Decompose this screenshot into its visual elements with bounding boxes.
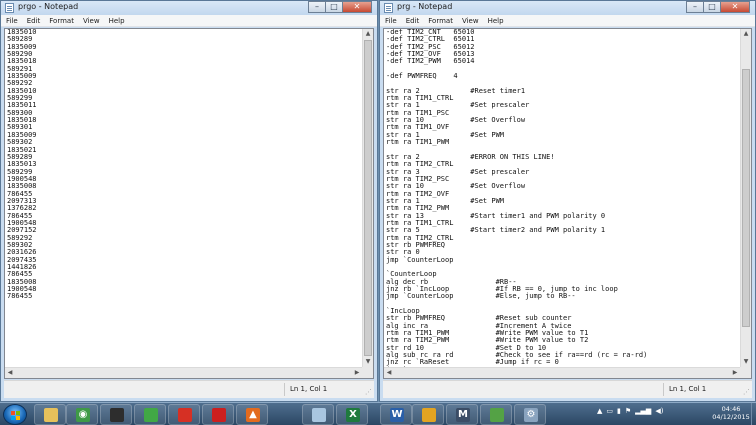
minimize-button[interactable]: – <box>686 1 704 13</box>
clock[interactable]: 04:46 04/12/2015 <box>712 405 750 421</box>
right-title-bar[interactable]: prg - Notepad – □ ✕ <box>380 1 755 15</box>
scroll-thumb[interactable] <box>742 69 750 327</box>
menu-format[interactable]: Format <box>44 15 78 25</box>
right-horizontal-scrollbar[interactable]: ◀ ▶ <box>384 367 740 378</box>
app-m-glyph-icon: M <box>458 409 468 420</box>
taskbar-app-m-button[interactable]: M <box>446 404 478 425</box>
flag-icon[interactable]: ⚑ <box>625 407 631 415</box>
scroll-right-arrow-icon[interactable]: ▶ <box>730 368 740 378</box>
right-status-bar: Ln 1, Col 1 ⋰ <box>383 380 752 398</box>
left-vertical-scrollbar[interactable]: ▲ ▼ <box>362 29 373 367</box>
taskbar-excel-button[interactable]: X <box>336 404 368 425</box>
matlab-glyph-icon: ▲ <box>249 409 257 420</box>
app-gear-glyph-icon: ⚙ <box>526 409 536 420</box>
taskbar-app-gear-button[interactable]: ⚙ <box>514 404 546 425</box>
maximize-button[interactable]: □ <box>703 1 721 13</box>
left-text-area[interactable]: 1835010 589289 1835009 589290 1835018 58… <box>4 28 374 379</box>
scroll-thumb[interactable] <box>364 40 372 356</box>
scroll-down-arrow-icon[interactable]: ▼ <box>741 357 751 367</box>
scroll-up-arrow-icon[interactable]: ▲ <box>363 29 373 39</box>
menu-view[interactable]: View <box>78 15 104 25</box>
left-status-bar: Ln 1, Col 1 ⋰ <box>4 380 374 398</box>
right-menu-bar: File Edit Format View Help <box>380 15 755 27</box>
left-title-bar[interactable]: prgo - Notepad – □ ✕ <box>1 1 377 15</box>
start-button[interactable] <box>3 404 27 425</box>
taskbar-app-chart-button[interactable] <box>480 404 512 425</box>
scroll-up-arrow-icon[interactable]: ▲ <box>741 29 751 39</box>
app-red-2-icon <box>212 408 226 422</box>
file-explorer-icon <box>44 408 58 422</box>
maximize-button[interactable]: □ <box>325 1 343 13</box>
scroll-left-arrow-icon[interactable]: ◀ <box>384 368 394 378</box>
windows-logo-icon <box>11 411 20 420</box>
right-vertical-scrollbar[interactable]: ▲ ▼ <box>740 29 751 367</box>
show-desktop-button[interactable] <box>751 403 756 425</box>
keyboard-icon[interactable]: ▭ <box>606 407 613 415</box>
right-window-title: prg - Notepad <box>397 2 453 11</box>
status-divider <box>663 383 664 396</box>
taskbar-app-window-button[interactable] <box>302 404 334 425</box>
app-tiles-icon <box>422 408 436 422</box>
right-text-area[interactable]: -def TIM2_CNT 65010 -def TIM2_CTRL 65011… <box>383 28 752 379</box>
word-glyph-icon: W <box>391 409 403 420</box>
taskbar-app-tiles-button[interactable] <box>412 404 444 425</box>
menu-view[interactable]: View <box>457 15 483 25</box>
menu-file[interactable]: File <box>380 15 401 25</box>
notepad-icon <box>5 3 14 13</box>
network-icon[interactable]: ▮ <box>617 407 621 415</box>
menu-help[interactable]: Help <box>483 15 508 25</box>
menu-edit[interactable]: Edit <box>22 15 45 25</box>
app-chart-icon <box>490 408 504 422</box>
resize-grip-icon[interactable]: ⋰ <box>365 388 372 396</box>
scroll-corner <box>362 367 373 378</box>
taskbar-chrome-button[interactable]: ◉ <box>66 404 98 425</box>
excel-glyph-icon: X <box>349 409 357 420</box>
notepad-icon <box>384 3 393 13</box>
taskbar-matlab-button[interactable]: ▲ <box>236 404 268 425</box>
left-notepad-window[interactable]: prgo - Notepad – □ ✕ File Edit Format View H… <box>0 0 378 402</box>
taskbar-app-red-2-button[interactable] <box>202 404 234 425</box>
scroll-right-arrow-icon[interactable]: ▶ <box>352 368 362 378</box>
left-horizontal-scrollbar[interactable]: ◀ ▶ <box>5 367 362 378</box>
app-red-1-icon <box>178 408 192 422</box>
scroll-left-arrow-icon[interactable]: ◀ <box>5 368 15 378</box>
scroll-down-arrow-icon[interactable]: ▼ <box>363 357 373 367</box>
tray-expand-icon[interactable]: ▲ <box>597 407 602 415</box>
right-text-content[interactable]: -def TIM2_CNT 65010 -def TIM2_CTRL 65011… <box>386 29 739 374</box>
taskbar-app-red-1-button[interactable] <box>168 404 200 425</box>
clock-date: 04/12/2015 <box>712 413 750 421</box>
signal-icon[interactable]: ▂▄▆ <box>635 407 651 415</box>
taskbar: ◉ ▲ X W M ⚙ ▲ ▭ ▮ ⚑ ▂▄▆ ◀) 04:46 04/12/2015 <box>0 402 756 425</box>
close-button[interactable]: ✕ <box>720 1 750 13</box>
chrome-glyph-icon: ◉ <box>78 409 88 420</box>
menu-format[interactable]: Format <box>423 15 457 25</box>
scroll-corner <box>740 367 751 378</box>
close-button[interactable]: ✕ <box>342 1 372 13</box>
menu-help[interactable]: Help <box>104 15 129 25</box>
resize-grip-icon[interactable]: ⋰ <box>743 388 750 396</box>
app-circle-3-icon <box>110 408 124 422</box>
app-shield-icon <box>144 408 158 422</box>
left-window-title: prgo - Notepad <box>18 2 79 11</box>
app-window-icon <box>312 408 326 422</box>
menu-file[interactable]: File <box>1 15 22 25</box>
right-cursor-position: Ln 1, Col 1 <box>669 385 707 393</box>
clock-time: 04:46 <box>721 405 741 413</box>
left-cursor-position: Ln 1, Col 1 <box>290 385 328 393</box>
status-divider <box>284 383 285 396</box>
minimize-button[interactable]: – <box>308 1 326 13</box>
taskbar-word-button[interactable]: W <box>380 404 412 425</box>
taskbar-app-circle-3-button[interactable] <box>100 404 132 425</box>
volume-icon[interactable]: ◀) <box>655 407 663 415</box>
system-tray: ▲ ▭ ▮ ⚑ ▂▄▆ ◀) <box>597 407 667 415</box>
right-notepad-window[interactable]: prg - Notepad – □ ✕ File Edit Format View He… <box>379 0 756 402</box>
taskbar-app-shield-button[interactable] <box>134 404 166 425</box>
left-menu-bar: File Edit Format View Help <box>1 15 377 27</box>
menu-edit[interactable]: Edit <box>401 15 424 25</box>
left-text-content[interactable]: 1835010 589289 1835009 589290 1835018 58… <box>7 29 361 301</box>
taskbar-file-explorer-button[interactable] <box>34 404 66 425</box>
